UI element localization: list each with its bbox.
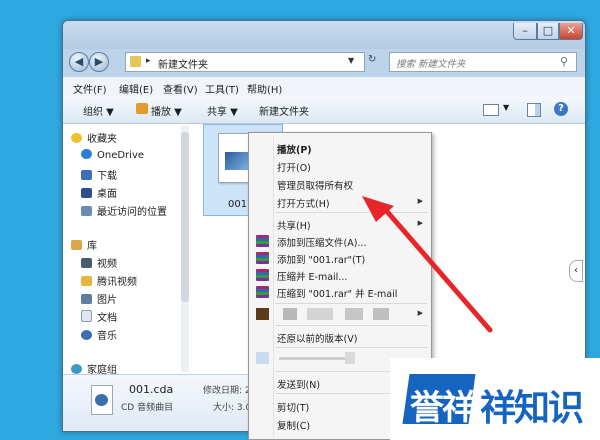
arrow-shaft	[381, 205, 493, 333]
arrow-head	[362, 196, 394, 222]
watermark-text: 祥知识	[480, 388, 584, 429]
watermark-brand: 誉祥	[410, 388, 476, 428]
watermark: 誉祥 祥知识	[390, 358, 600, 440]
